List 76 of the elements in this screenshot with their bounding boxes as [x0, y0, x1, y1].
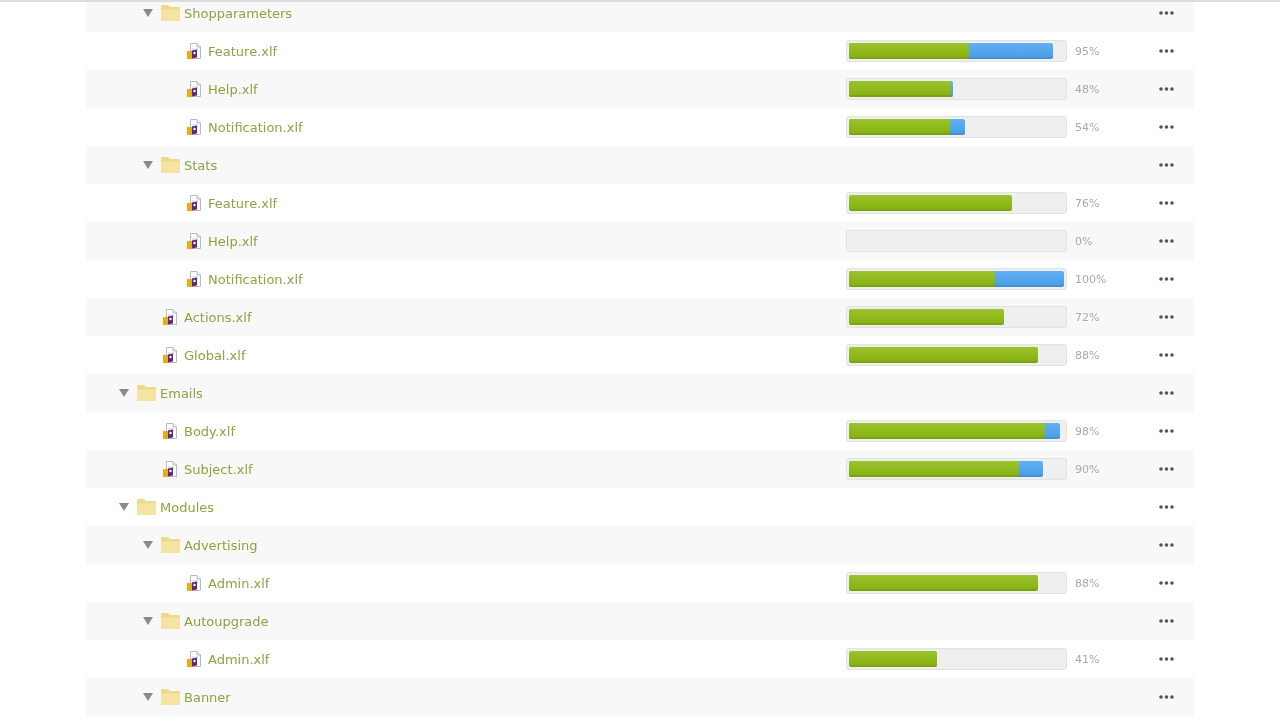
folder-name[interactable]: Advertising	[184, 537, 258, 553]
file-link[interactable]: Feature.xlf	[208, 195, 278, 211]
more-icon	[1158, 581, 1174, 585]
more-icon	[1158, 353, 1174, 357]
percent-label: 0%	[1074, 234, 1093, 248]
folder-icon	[137, 385, 156, 401]
file-link[interactable]: Help.xlf	[208, 81, 258, 97]
more-icon	[1158, 467, 1174, 471]
file-link[interactable]: Body.xlf	[184, 423, 235, 439]
document-icon	[163, 461, 177, 477]
expand-caret-icon[interactable]	[143, 693, 153, 701]
file-link[interactable]: Global.xlf	[184, 347, 246, 363]
percent-label: 48%	[1074, 82, 1100, 96]
expand-caret-icon[interactable]	[119, 389, 129, 397]
expand-caret-icon[interactable]	[143, 617, 153, 625]
expand-caret-icon[interactable]	[143, 161, 153, 169]
percent-label: 98%	[1074, 424, 1100, 438]
folder-icon	[161, 537, 180, 553]
folder-icon	[161, 689, 180, 705]
file-link[interactable]: Notification.xlf	[208, 271, 303, 287]
folder-icon	[161, 613, 180, 629]
percent-label: 88%	[1074, 576, 1100, 590]
more-icon	[1158, 239, 1174, 243]
document-icon	[187, 651, 201, 667]
document-icon	[187, 575, 201, 591]
percent-label: 54%	[1074, 120, 1100, 134]
more-icon	[1158, 163, 1174, 167]
folder-name[interactable]: Autoupgrade	[184, 613, 269, 629]
more-icon	[1158, 277, 1174, 281]
more-icon	[1158, 505, 1174, 509]
folder-icon	[161, 157, 180, 173]
percent-label: 41%	[1074, 652, 1100, 666]
expand-caret-icon[interactable]	[119, 503, 129, 511]
file-link[interactable]: Admin.xlf	[208, 651, 270, 667]
more-icon	[1158, 543, 1174, 547]
folder-name[interactable]: Modules	[160, 499, 215, 515]
percent-label: 90%	[1074, 462, 1100, 476]
folder-name[interactable]: Emails	[160, 385, 203, 401]
document-icon	[187, 271, 201, 287]
document-icon	[187, 81, 201, 97]
file-link[interactable]: Help.xlf	[208, 233, 258, 249]
percent-label: 72%	[1074, 310, 1100, 324]
document-icon	[187, 233, 201, 249]
file-link[interactable]: Notification.xlf	[208, 119, 303, 135]
more-icon	[1158, 125, 1174, 129]
expand-caret-icon[interactable]	[143, 541, 153, 549]
file-link[interactable]: Admin.xlf	[208, 575, 270, 591]
folder-name[interactable]: Banner	[184, 689, 231, 705]
percent-label: 76%	[1074, 196, 1100, 210]
file-link[interactable]: Feature.xlf	[208, 43, 278, 59]
percent-label: 88%	[1074, 348, 1100, 362]
document-icon	[187, 195, 201, 211]
document-icon	[187, 119, 201, 135]
document-icon	[187, 43, 201, 59]
more-icon	[1158, 657, 1174, 661]
more-icon	[1158, 695, 1174, 699]
more-icon	[1158, 87, 1174, 91]
document-icon	[163, 423, 177, 439]
more-icon	[1158, 429, 1174, 433]
document-icon	[163, 347, 177, 363]
more-icon	[1158, 315, 1174, 319]
document-icon	[163, 309, 177, 325]
more-icon	[1158, 11, 1174, 15]
file-link[interactable]: Actions.xlf	[184, 309, 252, 325]
percent-label: 95%	[1074, 44, 1100, 58]
folder-icon	[137, 499, 156, 515]
folder-icon	[161, 5, 180, 21]
more-icon	[1158, 391, 1174, 395]
folder-name[interactable]: Stats	[184, 157, 218, 173]
folder-name[interactable]: Shopparameters	[184, 5, 293, 21]
more-icon	[1158, 619, 1174, 623]
more-icon	[1158, 49, 1174, 53]
expand-caret-icon[interactable]	[143, 9, 153, 17]
more-icon	[1158, 201, 1174, 205]
file-link[interactable]: Subject.xlf	[184, 461, 253, 477]
percent-label: 100%	[1074, 272, 1107, 286]
